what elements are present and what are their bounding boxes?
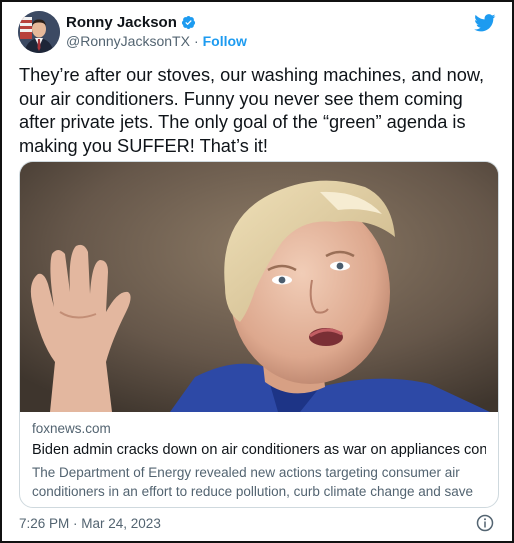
verified-badge-icon [181, 15, 195, 30]
link-card-domain: foxnews.com [32, 421, 111, 436]
tweet-timestamp[interactable]: 7:26 PM · Mar 24, 2023 [19, 516, 161, 531]
link-card-description: The Department of Energy revealed new ac… [32, 465, 474, 507]
tweet-text: They’re after our stoves, our washing ma… [19, 65, 490, 156]
separator-dot: · [193, 33, 199, 49]
info-icon[interactable] [476, 514, 494, 532]
author-avatar[interactable] [18, 11, 60, 53]
link-card-image [20, 162, 498, 412]
author-name[interactable]: Ronny Jackson [66, 14, 177, 31]
follow-button[interactable]: Follow [203, 33, 247, 49]
author-handle[interactable]: @RonnyJacksonTX [66, 33, 190, 49]
author-name-row[interactable]: Ronny Jackson [66, 14, 196, 31]
tweet-embed: Ronny Jackson @RonnyJacksonTX · Follow T… [0, 0, 514, 543]
twitter-bird-icon[interactable] [474, 14, 496, 32]
link-card[interactable]: foxnews.com Biden admin cracks down on a… [19, 161, 499, 508]
link-card-title[interactable]: Biden admin cracks down on air condition… [32, 441, 486, 460]
link-card-body: foxnews.com Biden admin cracks down on a… [20, 412, 498, 507]
author-handle-row: @RonnyJacksonTX · Follow [66, 33, 247, 49]
